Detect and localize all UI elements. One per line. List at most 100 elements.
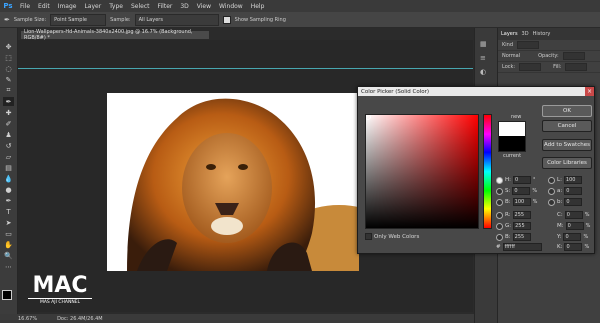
menu-select[interactable]: Select [127,3,154,10]
menu-view[interactable]: View [193,3,215,10]
menu-type[interactable]: Type [105,3,127,10]
hand-tool-icon[interactable]: ✋ [3,240,14,249]
color-picker-titlebar[interactable]: Color Picker (Solid Color) × [358,87,594,96]
healing-brush-icon[interactable]: ✚ [3,108,14,117]
l-input[interactable]: 100 [563,176,582,184]
c-field: C: 0 % [557,211,590,219]
hue-slider[interactable] [483,114,492,229]
blur-tool-icon[interactable]: 💧 [3,174,14,183]
tab-history[interactable]: History [533,31,551,37]
kind-filter[interactable]: Kind [502,42,513,48]
show-sampling-ring-checkbox[interactable] [222,15,231,24]
clone-stamp-icon[interactable]: ♟ [3,130,14,139]
m-field: M: 0 % [557,222,591,230]
move-tool-icon[interactable]: ✥ [3,42,14,51]
ok-button[interactable]: OK [542,105,592,117]
type-tool-icon[interactable]: T [3,207,14,216]
g-radio[interactable] [496,222,503,230]
lasso-tool-icon[interactable]: ◌ [3,64,14,73]
tab-layers[interactable]: Layers [501,31,518,37]
blend-row: Normal Opacity: [498,51,600,62]
tab-3d[interactable]: 3D [522,31,529,37]
document-size: Doc: 26.4M/26.4M [57,315,103,322]
brush-tool-icon[interactable]: ✐ [3,119,14,128]
lock-row: Lock: Fill: [498,62,600,73]
blue-field: B: 255 [496,233,531,241]
pen-tool-icon[interactable]: ✒ [3,196,14,205]
menu-window[interactable]: Window [215,3,247,10]
r-radio[interactable] [496,211,503,219]
a-radio[interactable] [548,187,555,195]
menu-image[interactable]: Image [54,3,81,10]
eyedropper-icon[interactable]: ✒ [4,16,10,24]
cancel-button[interactable]: Cancel [542,120,592,132]
s-radio[interactable] [496,187,503,195]
k-field: K: 0 % [557,243,590,251]
lab-b-input[interactable]: 0 [564,198,583,206]
history-brush-icon[interactable]: ↺ [3,141,14,150]
hex-input[interactable]: ffffff [502,243,542,251]
marquee-tool-icon[interactable]: ⬚ [3,53,14,62]
options-bar: ✒ Sample Size: Point Sample Sample: All … [0,12,600,28]
color-libraries-button[interactable]: Color Libraries [542,157,592,169]
s-input[interactable]: 0 [512,187,531,195]
menu-edit[interactable]: Edit [34,3,54,10]
properties-panel-icon[interactable]: ≡ [480,54,486,62]
b-radio[interactable] [496,198,503,206]
zoom-level[interactable]: 16.67% [18,316,37,322]
current-label: current [503,153,522,159]
y-input[interactable]: 0 [563,233,582,241]
a-input[interactable]: 0 [564,187,583,195]
lab-b-field: b: 0 [548,198,583,206]
rectangle-tool-icon[interactable]: ▭ [3,229,14,238]
path-select-icon[interactable]: ➤ [3,218,14,227]
zoom-tool-icon[interactable]: 🔍 [3,251,14,260]
lab-b-radio[interactable] [548,198,555,206]
r-input[interactable]: 255 [512,211,531,219]
m-input[interactable]: 0 [565,222,584,230]
more-tools-icon[interactable]: ⋯ [3,262,14,271]
y-field: Y: 0 % [557,233,589,241]
opacity-field[interactable] [562,52,585,60]
current-color-swatch[interactable] [498,136,526,152]
g-input[interactable]: 255 [513,222,532,230]
b-input[interactable]: 100 [512,198,531,206]
menu-layer[interactable]: Layer [80,3,105,10]
menu-filter[interactable]: Filter [154,3,177,10]
filter-icons[interactable] [517,41,540,49]
menu-file[interactable]: File [16,3,34,10]
menu-3d[interactable]: 3D [176,3,192,10]
lock-icons[interactable] [519,63,542,71]
only-web-colors-checkbox[interactable] [365,233,372,240]
k-input[interactable]: 0 [564,243,583,251]
guide-line[interactable] [18,68,473,69]
c-input[interactable]: 0 [564,211,583,219]
sample-size-select[interactable]: Point Sample [50,13,107,26]
foreground-color-swatch[interactable] [2,290,12,300]
add-to-swatches-button[interactable]: Add to Swatches [542,139,592,151]
document-tab[interactable]: Lion-Wallpapers-Hd-Animals-3840x2400.jpg… [20,29,210,41]
fill-field[interactable] [565,63,588,71]
blue-input[interactable]: 255 [512,233,531,241]
color-field[interactable] [365,114,479,229]
history-panel-icon[interactable]: ▦ [480,40,487,48]
crop-tool-icon[interactable]: ⌗ [3,86,14,95]
eraser-tool-icon[interactable]: ▱ [3,152,14,161]
lion-image[interactable] [107,93,359,271]
adjustments-panel-icon[interactable]: ◐ [480,68,486,76]
blue-radio[interactable] [496,233,503,241]
sample-select[interactable]: All Layers [134,13,219,26]
blend-mode-select[interactable]: Normal [502,53,520,59]
menu-help[interactable]: Help [247,3,269,10]
eyedropper-tool-icon[interactable]: ✒ [3,97,14,106]
quick-select-tool-icon[interactable]: ✎ [3,75,14,84]
h-input[interactable]: 0 [513,176,531,184]
gradient-tool-icon[interactable]: ▤ [3,163,14,172]
l-radio[interactable] [548,176,555,184]
h-radio[interactable] [496,176,503,184]
close-icon[interactable]: × [585,87,594,96]
dodge-tool-icon[interactable]: ● [3,185,14,194]
filter-row: Kind [498,40,600,51]
r-field: R: 255 [496,211,531,219]
hex-field: # ffffff [496,243,542,251]
